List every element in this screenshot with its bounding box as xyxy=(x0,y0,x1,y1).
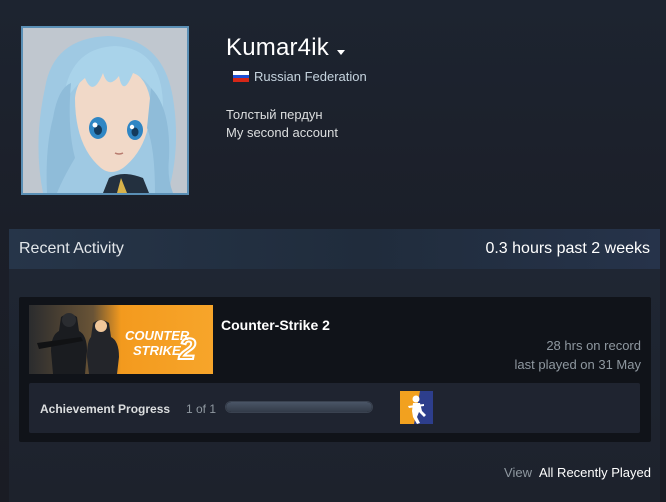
capsule-title-line-2: STRIKE xyxy=(133,343,181,358)
flag-stripe-red xyxy=(233,78,249,83)
avatar-image xyxy=(23,28,187,193)
recent-activity-hours: 0.3 hours past 2 weeks xyxy=(485,240,650,257)
profile-location: Russian Federation xyxy=(233,69,367,84)
counter-strike-capsule-art: COUNTER STRIKE 2 xyxy=(29,305,213,374)
capsule-number: 2 xyxy=(178,333,196,366)
achievement-progress-fill xyxy=(226,402,372,412)
recent-activity-header: Recent Activity 0.3 hours past 2 weeks xyxy=(9,229,660,269)
view-prefix: View xyxy=(504,465,532,480)
counter-terrorist-icon[interactable] xyxy=(400,391,433,424)
view-all-recently-played: View All Recently Played xyxy=(504,465,651,480)
profile-avatar xyxy=(21,26,189,195)
recent-activity-title: Recent Activity xyxy=(19,240,124,257)
achievement-icon-art xyxy=(400,391,433,424)
summary-line: Толстый пердун xyxy=(226,107,323,122)
summary-line: My second account xyxy=(226,125,339,140)
all-recently-played-link[interactable]: All Recently Played xyxy=(539,465,651,480)
persona-name: Kumar4ik xyxy=(226,34,329,61)
game-last-played: last played on 31 May xyxy=(514,357,641,372)
game-hours-on-record: 28 hrs on record xyxy=(546,338,641,353)
game-name-link[interactable]: Counter-Strike 2 xyxy=(221,317,330,333)
achievement-progress-label: Achievement Progress xyxy=(40,402,171,416)
profile-summary: Толстый пердун My second account xyxy=(226,106,338,142)
game-capsule-image[interactable]: COUNTER STRIKE 2 xyxy=(29,305,213,374)
persona-name-history-caret-icon[interactable] xyxy=(336,49,345,55)
russia-flag-icon xyxy=(233,71,249,83)
country-name: Russian Federation xyxy=(254,69,367,84)
achievement-count: 1 of 1 xyxy=(186,402,217,416)
persona-name-row: Kumar4ik xyxy=(226,34,345,62)
achievement-progress-track xyxy=(225,401,373,413)
